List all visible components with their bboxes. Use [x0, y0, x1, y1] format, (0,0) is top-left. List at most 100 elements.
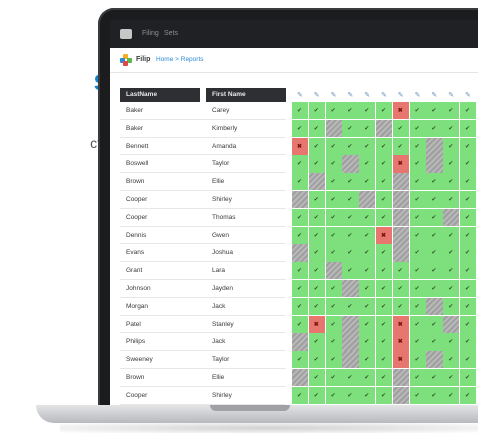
status-cell-complete[interactable]: ✔ [292, 351, 309, 369]
status-cell-not-required[interactable] [426, 155, 443, 173]
status-cell-not-required[interactable] [342, 155, 359, 173]
status-cell-complete[interactable]: ✔ [359, 386, 376, 404]
requirement-header-icon[interactable]: ✎ [431, 91, 437, 99]
status-cell-complete[interactable]: ✔ [308, 262, 325, 280]
status-cell-complete[interactable]: ✔ [409, 173, 426, 191]
status-cell-not-required[interactable] [292, 333, 309, 351]
status-cell-complete[interactable]: ✔ [359, 333, 376, 351]
status-cell-complete[interactable]: ✔ [409, 155, 426, 173]
status-cell-complete[interactable]: ✔ [292, 173, 309, 191]
status-cell-complete[interactable]: ✔ [443, 137, 460, 155]
status-cell-complete[interactable]: ✔ [325, 102, 342, 120]
status-cell-complete[interactable]: ✔ [409, 244, 426, 262]
status-cell-complete[interactable]: ✔ [426, 262, 443, 280]
requirement-header-icon[interactable]: ✎ [415, 91, 421, 99]
status-cell-complete[interactable]: ✔ [409, 137, 426, 155]
requirement-header-icon[interactable]: ✎ [314, 91, 320, 99]
status-cell-complete[interactable]: ✔ [409, 333, 426, 351]
status-cell-complete[interactable]: ✔ [292, 155, 309, 173]
status-cell-complete[interactable]: ✔ [409, 386, 426, 404]
status-cell-not-required[interactable] [443, 208, 460, 226]
status-cell-complete[interactable]: ✔ [443, 297, 460, 315]
status-cell-complete[interactable]: ✔ [409, 280, 426, 298]
status-cell-complete[interactable]: ✔ [426, 119, 443, 137]
status-cell-not-required[interactable] [342, 333, 359, 351]
status-cell-complete[interactable]: ✔ [460, 119, 477, 137]
status-cell-overdue[interactable]: ✖ [392, 102, 409, 120]
status-cell-complete[interactable]: ✔ [308, 226, 325, 244]
status-cell-complete[interactable]: ✔ [325, 208, 342, 226]
status-cell-complete[interactable]: ✔ [342, 386, 359, 404]
status-cell-complete[interactable]: ✔ [426, 208, 443, 226]
status-cell-complete[interactable]: ✔ [359, 244, 376, 262]
status-cell-complete[interactable]: ✔ [409, 351, 426, 369]
status-cell-complete[interactable]: ✔ [359, 315, 376, 333]
status-cell-complete[interactable]: ✔ [426, 244, 443, 262]
breadcrumb-path[interactable]: Home > Reports [156, 56, 204, 63]
status-cell-complete[interactable]: ✔ [426, 315, 443, 333]
status-cell-complete[interactable]: ✔ [292, 297, 309, 315]
status-cell-complete[interactable]: ✔ [460, 297, 477, 315]
status-cell-complete[interactable]: ✔ [376, 208, 393, 226]
status-cell-complete[interactable]: ✔ [292, 262, 309, 280]
status-cell-complete[interactable]: ✔ [376, 333, 393, 351]
status-cell-complete[interactable]: ✔ [376, 369, 393, 387]
status-cell-complete[interactable]: ✔ [443, 333, 460, 351]
status-cell-not-required[interactable] [426, 297, 443, 315]
status-cell-overdue[interactable]: ✖ [376, 226, 393, 244]
status-cell-complete[interactable]: ✔ [308, 297, 325, 315]
status-cell-not-required[interactable] [325, 262, 342, 280]
status-cell-complete[interactable]: ✔ [409, 191, 426, 209]
status-cell-complete[interactable]: ✔ [376, 280, 393, 298]
status-cell-complete[interactable]: ✔ [359, 280, 376, 298]
status-cell-complete[interactable]: ✔ [359, 297, 376, 315]
status-cell-complete[interactable]: ✔ [409, 297, 426, 315]
status-cell-complete[interactable]: ✔ [426, 102, 443, 120]
status-cell-complete[interactable]: ✔ [308, 155, 325, 173]
status-cell-not-required[interactable] [292, 244, 309, 262]
status-cell-complete[interactable]: ✔ [376, 315, 393, 333]
status-cell-complete[interactable]: ✔ [409, 262, 426, 280]
status-cell-not-required[interactable] [342, 351, 359, 369]
status-cell-complete[interactable]: ✔ [460, 102, 477, 120]
status-cell-complete[interactable]: ✔ [342, 137, 359, 155]
status-cell-complete[interactable]: ✔ [426, 280, 443, 298]
status-cell-complete[interactable]: ✔ [460, 369, 477, 387]
status-cell-complete[interactable]: ✔ [359, 137, 376, 155]
requirement-header-icon[interactable]: ✎ [465, 91, 471, 99]
status-cell-complete[interactable]: ✔ [325, 351, 342, 369]
status-cell-not-required[interactable] [342, 315, 359, 333]
status-cell-complete[interactable]: ✔ [460, 386, 477, 404]
status-cell-complete[interactable]: ✔ [342, 208, 359, 226]
status-cell-complete[interactable]: ✔ [308, 280, 325, 298]
status-cell-overdue[interactable]: ✖ [392, 155, 409, 173]
status-cell-complete[interactable]: ✔ [460, 208, 477, 226]
status-cell-complete[interactable]: ✔ [460, 351, 477, 369]
status-cell-not-required[interactable] [292, 369, 309, 387]
status-cell-complete[interactable]: ✔ [292, 102, 309, 120]
status-cell-overdue[interactable]: ✖ [392, 351, 409, 369]
requirement-header-icon[interactable]: ✎ [448, 91, 454, 99]
status-cell-complete[interactable]: ✔ [325, 315, 342, 333]
status-cell-complete[interactable]: ✔ [443, 244, 460, 262]
status-cell-complete[interactable]: ✔ [292, 280, 309, 298]
status-cell-complete[interactable]: ✔ [426, 226, 443, 244]
status-cell-complete[interactable]: ✔ [443, 369, 460, 387]
status-cell-complete[interactable]: ✔ [308, 102, 325, 120]
status-cell-complete[interactable]: ✔ [392, 137, 409, 155]
status-cell-complete[interactable]: ✔ [443, 155, 460, 173]
status-cell-complete[interactable]: ✔ [359, 102, 376, 120]
status-cell-complete[interactable]: ✔ [292, 386, 309, 404]
status-cell-complete[interactable]: ✔ [426, 386, 443, 404]
status-cell-complete[interactable]: ✔ [308, 369, 325, 387]
status-cell-not-required[interactable] [392, 173, 409, 191]
menu-item-sets[interactable]: Sets [164, 30, 178, 37]
status-cell-complete[interactable]: ✔ [409, 315, 426, 333]
status-cell-complete[interactable]: ✔ [376, 244, 393, 262]
status-cell-complete[interactable]: ✔ [325, 191, 342, 209]
status-cell-not-required[interactable] [426, 351, 443, 369]
status-cell-not-required[interactable] [392, 208, 409, 226]
requirement-header-icon[interactable]: ✎ [297, 91, 303, 99]
status-cell-complete[interactable]: ✔ [342, 369, 359, 387]
status-cell-complete[interactable]: ✔ [342, 173, 359, 191]
